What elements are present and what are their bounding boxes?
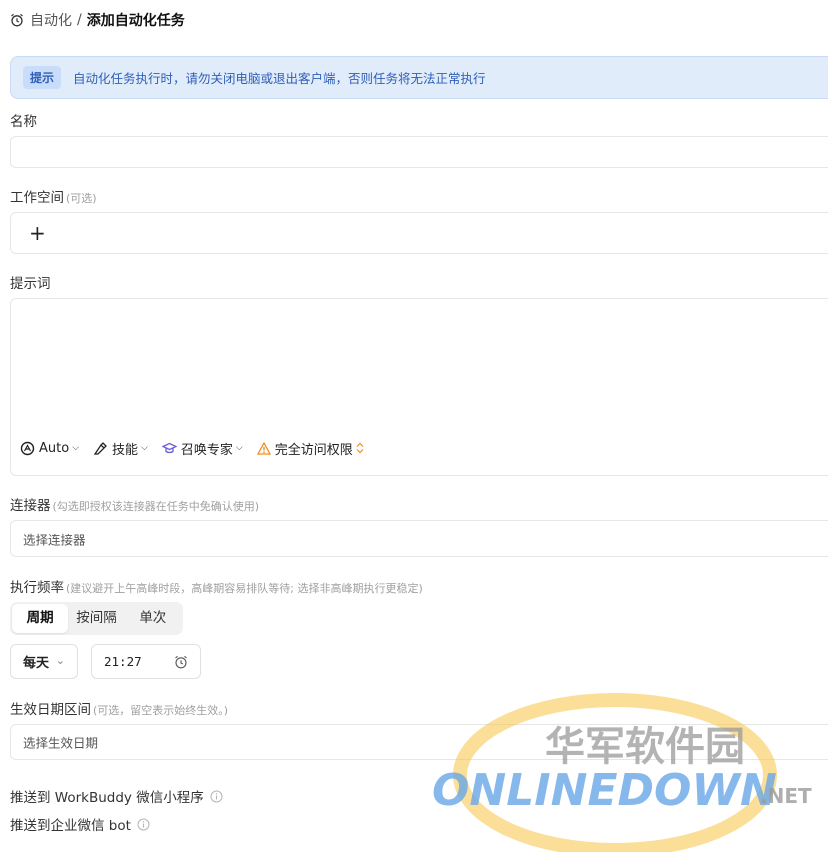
frequency-label: 执行频率 (建议避开上午高峰时段，高峰期容易排队等待; 选择非高峰期执行更稳定) (10, 580, 423, 596)
frequency-segmented-control: 周期 按间隔 单次 (10, 602, 183, 635)
model-selector[interactable]: Auto ⌵ (20, 441, 79, 456)
add-workspace-button[interactable]: + (29, 223, 46, 243)
graduation-cap-icon (161, 442, 177, 453)
info-alert: 提示 自动化任务执行时，请勿关闭电脑或退出客户端，否则任务将无法正常执行 (10, 56, 828, 99)
date-range-label: 生效日期区间 (可选，留空表示始终生效。) (10, 702, 229, 718)
push-wecom-label: 推送到企业微信 bot (10, 818, 131, 834)
connector-label: 连接器 (勾选即授权该连接器在任务中免确认使用) (10, 498, 260, 514)
alarm-clock-icon (174, 655, 188, 672)
date-range-placeholder: 选择生效日期 (23, 735, 99, 751)
time-picker[interactable]: 21:27 (91, 644, 201, 679)
connector-hint: (勾选即授权该连接器在任务中免确认使用) (52, 500, 260, 513)
warning-icon (256, 441, 271, 455)
date-range-hint: (可选，留空表示始终生效。) (93, 704, 229, 717)
info-icon[interactable] (210, 790, 223, 803)
tab-once[interactable]: 单次 (125, 604, 181, 633)
prompt-label: 提示词 (10, 276, 51, 292)
watermark-logo: 华军软件园 ONLINEDOWN .NET (430, 680, 828, 852)
connector-placeholder: 选择连接器 (23, 532, 86, 547)
skills-selector-label: 技能 (112, 442, 139, 458)
workspace-label: 工作空间 (可选) (10, 190, 97, 206)
breadcrumb-separator: / (77, 12, 82, 28)
access-selector-label: 完全访问权限 (274, 442, 353, 458)
day-select[interactable]: 每天 ⌄ (10, 644, 78, 679)
info-icon[interactable] (137, 818, 150, 831)
skills-selector[interactable]: 技能 ⌵ (93, 439, 148, 458)
alert-tag: 提示 (23, 66, 62, 89)
date-range-picker[interactable]: 选择生效日期 (10, 724, 828, 760)
expert-selector-label: 召唤专家 (180, 442, 233, 458)
workspace-field: + (10, 212, 828, 254)
skills-icon (93, 441, 107, 455)
tab-interval[interactable]: 按间隔 (68, 604, 124, 633)
alarm-clock-icon (10, 13, 24, 27)
access-selector[interactable]: 完全访问权限 (256, 439, 368, 458)
day-select-value: 每天 (23, 656, 50, 671)
chevron-down-icon: ⌵ (235, 443, 243, 453)
breadcrumb: 自动化 / 添加自动化任务 (10, 10, 185, 30)
breadcrumb-parent-link[interactable]: 自动化 (30, 10, 72, 30)
chevron-down-icon: ⌄ (55, 654, 65, 667)
expert-selector[interactable]: 召唤专家 ⌵ (161, 439, 243, 458)
watermark-suffix-text: .NET (760, 784, 812, 808)
watermark-en-text: ONLINEDOWN (432, 765, 777, 816)
push-wecom-option[interactable]: 推送到企业微信 bot (10, 814, 150, 834)
page-title: 添加自动化任务 (86, 13, 185, 29)
auto-mode-icon (20, 441, 35, 455)
push-workbuddy-option[interactable]: 推送到 WorkBuddy 微信小程序 (10, 786, 223, 806)
name-input[interactable] (10, 136, 828, 168)
frequency-hint: (建议避开上午高峰时段，高峰期容易排队等待; 选择非高峰期执行更稳定) (66, 582, 423, 595)
chevron-down-icon: ⌵ (72, 443, 80, 453)
push-workbuddy-label: 推送到 WorkBuddy 微信小程序 (10, 790, 204, 806)
tab-periodic[interactable]: 周期 (12, 604, 69, 633)
chevron-down-icon: ⌵ (141, 443, 148, 453)
alert-message: 自动化任务执行时，请勿关闭电脑或退出客户端，否则任务将无法正常执行 (73, 71, 486, 86)
chevron-up-down-icon (356, 442, 364, 454)
workspace-hint: (可选) (66, 192, 97, 205)
model-selector-label: Auto (39, 440, 70, 456)
connector-select[interactable]: 选择连接器 (10, 520, 828, 557)
prompt-toolbar: Auto ⌵ 技能 ⌵ 召唤专家 ⌵ 完全访问权限 (20, 437, 382, 459)
time-value: 21:27 (104, 654, 142, 669)
name-label: 名称 (10, 114, 37, 130)
